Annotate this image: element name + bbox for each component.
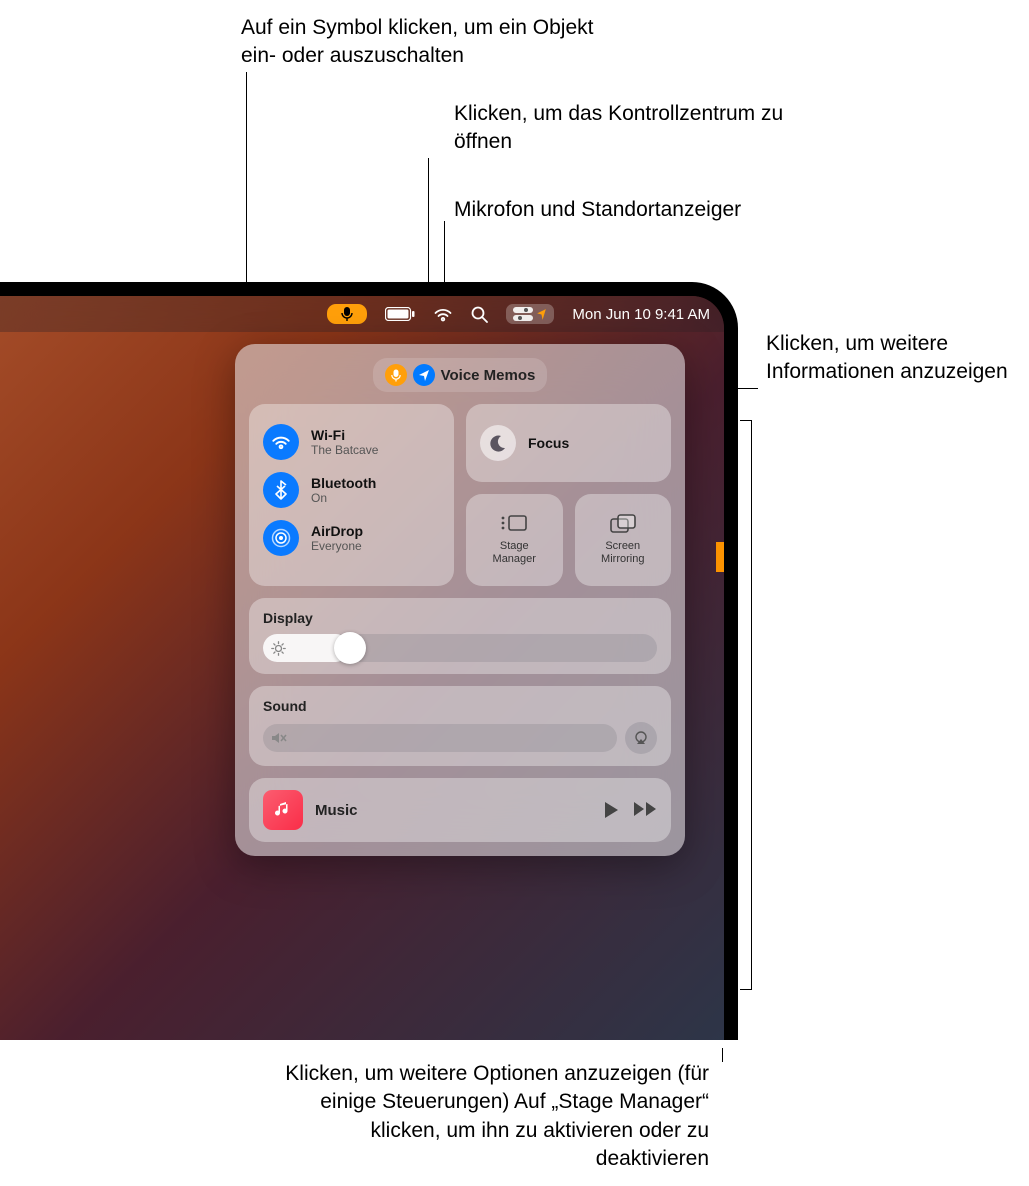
screen-mirroring-tile[interactable]: Screen Mirroring bbox=[575, 494, 672, 586]
menubar: Mon Jun 10 9:41 AM bbox=[0, 296, 724, 332]
leader-open-cc bbox=[428, 158, 429, 298]
control-center-panel: Voice Memos Wi-Fi The Batcave bbox=[235, 344, 685, 856]
sound-tile: Sound bbox=[249, 686, 671, 766]
focus-label: Focus bbox=[528, 435, 569, 451]
stage-manager-label: Stage Manager bbox=[493, 540, 536, 565]
control-center-icon bbox=[513, 307, 533, 321]
wifi-toggle[interactable]: Wi-Fi The Batcave bbox=[263, 418, 440, 466]
microphone-indicator-icon bbox=[385, 364, 407, 386]
callout-toggle: Auf ein Symbol klicken, um ein Objekt ei… bbox=[241, 14, 631, 71]
stage-manager-icon bbox=[500, 514, 528, 536]
play-icon bbox=[603, 801, 619, 819]
now-playing-label: Music bbox=[315, 802, 591, 819]
bluetooth-title: Bluetooth bbox=[311, 475, 376, 491]
menubar-mic-indicator[interactable] bbox=[327, 304, 367, 324]
wifi-title: Wi-Fi bbox=[311, 427, 378, 443]
sound-slider[interactable] bbox=[263, 724, 617, 752]
airdrop-subtitle: Everyone bbox=[311, 539, 363, 553]
music-app-icon bbox=[263, 790, 303, 830]
stage-manager-tile[interactable]: Stage Manager bbox=[466, 494, 563, 586]
search-icon bbox=[471, 306, 488, 323]
focus-tile[interactable]: Focus bbox=[466, 404, 671, 482]
callout-more-info: Klicken, um weitere Informationen anzuze… bbox=[766, 330, 1026, 387]
forward-button[interactable] bbox=[633, 801, 657, 819]
bracket-panel bbox=[740, 420, 752, 990]
screen-mirroring-icon bbox=[609, 514, 637, 536]
window-edge-indicator bbox=[716, 542, 724, 572]
display-label: Display bbox=[263, 610, 657, 626]
now-playing-tile[interactable]: Music bbox=[249, 778, 671, 842]
airdrop-toggle[interactable]: AirDrop Everyone bbox=[263, 514, 440, 562]
privacy-app-label: Voice Memos bbox=[441, 367, 536, 384]
menubar-battery[interactable] bbox=[385, 307, 415, 321]
menubar-control-center[interactable] bbox=[506, 304, 554, 324]
leader-options-v bbox=[722, 1048, 723, 1062]
speaker-mute-icon bbox=[271, 731, 287, 745]
sound-label: Sound bbox=[263, 698, 657, 714]
sound-airplay-button[interactable] bbox=[625, 722, 657, 754]
brightness-icon bbox=[271, 641, 286, 656]
menubar-datetime[interactable]: Mon Jun 10 9:41 AM bbox=[572, 306, 710, 323]
battery-icon bbox=[385, 307, 415, 321]
airdrop-title: AirDrop bbox=[311, 523, 363, 539]
location-indicator-icon bbox=[413, 364, 435, 386]
microphone-icon bbox=[341, 306, 353, 322]
wifi-icon bbox=[433, 307, 453, 322]
bluetooth-toggle[interactable]: Bluetooth On bbox=[263, 466, 440, 514]
display-slider[interactable] bbox=[263, 634, 657, 662]
fast-forward-icon bbox=[633, 801, 657, 817]
screen-mirroring-label: Screen Mirroring bbox=[601, 540, 644, 565]
callout-mic-loc: Mikrofon und Standortanzeiger bbox=[454, 196, 814, 224]
airdrop-icon bbox=[263, 520, 299, 556]
menubar-spotlight[interactable] bbox=[471, 306, 488, 323]
wifi-icon bbox=[263, 424, 299, 460]
device-frame: Mon Jun 10 9:41 AM Voice Memos Wi-Fi bbox=[0, 282, 738, 1040]
callout-open-cc: Klicken, um das Kontrollzentrum zu öffne… bbox=[454, 100, 804, 157]
bluetooth-subtitle: On bbox=[311, 491, 376, 505]
menubar-wifi[interactable] bbox=[433, 307, 453, 322]
airplay-icon bbox=[633, 731, 649, 745]
moon-icon bbox=[480, 425, 516, 461]
display-tile: Display bbox=[249, 598, 671, 674]
privacy-indicator-row[interactable]: Voice Memos bbox=[373, 358, 548, 392]
play-button[interactable] bbox=[603, 801, 619, 819]
callout-more-options: Klicken, um weitere Optionen anzuzeigen … bbox=[269, 1060, 709, 1173]
location-indicator-icon bbox=[536, 308, 547, 321]
connectivity-tile: Wi-Fi The Batcave Bluetooth On bbox=[249, 404, 454, 586]
wifi-subtitle: The Batcave bbox=[311, 443, 378, 457]
bluetooth-icon bbox=[263, 472, 299, 508]
